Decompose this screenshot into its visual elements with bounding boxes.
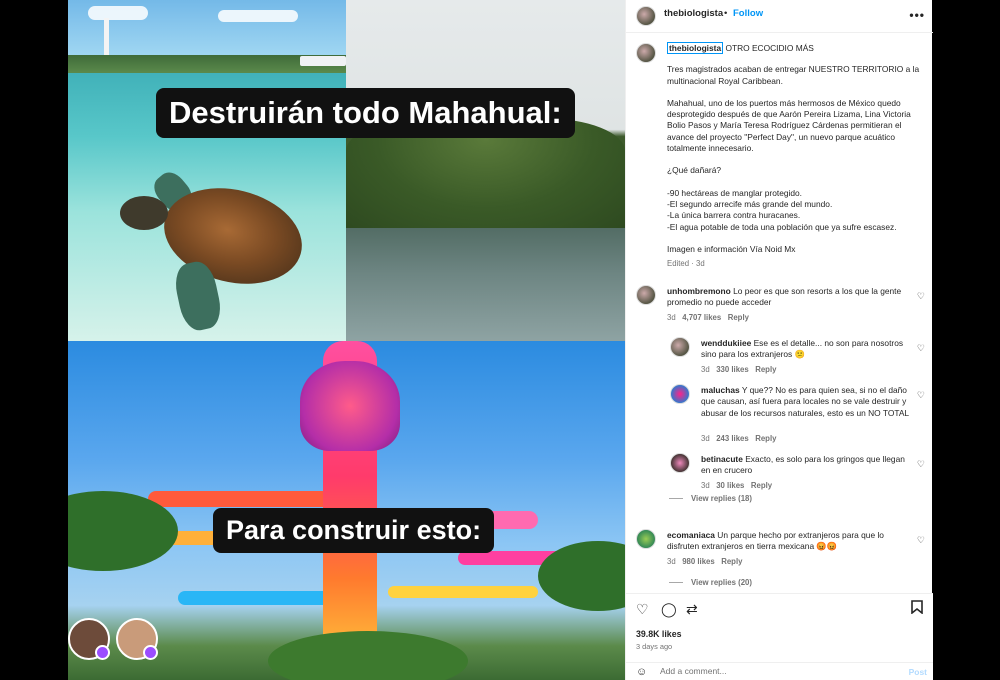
caption-credit: Imagen e información Vía Noid Mx [667, 243, 796, 254]
emoji-icon[interactable]: ☺ [636, 666, 647, 678]
commenter-avatar[interactable] [636, 285, 656, 305]
comment-age: 3d [667, 557, 676, 566]
post-image[interactable]: Destruirán todo Mahahual: Para construir… [68, 0, 625, 680]
image-caption-top: Destruirán todo Mahahual: [156, 88, 575, 138]
comment-likes[interactable]: 330 likes [716, 365, 749, 374]
dragon-sculpture [300, 361, 400, 451]
reply-button[interactable]: Reply [755, 365, 776, 374]
comment-likes[interactable]: 30 likes [716, 481, 744, 490]
caption-paragraph: Mahahual, uno de los puertos más hermoso… [667, 97, 911, 154]
post-date: 3 days ago [636, 642, 673, 651]
comment-age: 3d [701, 434, 710, 443]
caption-bullet: -90 hectáreas de manglar protegido. [667, 187, 803, 198]
caption-question: ¿Qué dañará? [667, 165, 722, 176]
comment-age: 3d [667, 313, 676, 322]
commenter-avatar[interactable] [670, 453, 690, 473]
author-username[interactable]: thebiologista [664, 8, 723, 19]
turtle-photo [68, 0, 346, 341]
view-replies-button[interactable]: View replies (18) [669, 494, 752, 503]
comment-username[interactable]: betinacute [701, 454, 743, 464]
comment-likes[interactable]: 243 likes [716, 434, 749, 443]
image-caption-bottom: Para construir esto: [213, 508, 495, 553]
caption-bullet: -El agua potable de toda una población q… [667, 221, 897, 232]
tagged-user-avatar[interactable] [116, 618, 158, 660]
comment-likes[interactable]: 980 likes [682, 557, 715, 566]
comment-username[interactable]: wenddukiiee [701, 338, 751, 348]
like-heart-icon[interactable]: ♡ [917, 459, 925, 470]
view-replies-label: View replies (18) [691, 494, 752, 503]
bookmark-icon[interactable] [911, 600, 923, 617]
reply-button[interactable]: Reply [751, 481, 772, 490]
like-heart-icon[interactable]: ♡ [917, 535, 925, 546]
reply-button[interactable]: Reply [721, 557, 742, 566]
commenter-avatar[interactable] [636, 529, 656, 549]
like-heart-icon[interactable]: ♡ [917, 390, 925, 401]
backdrop-right [932, 0, 1000, 680]
comment-likes[interactable]: 4,707 likes [682, 313, 721, 322]
commenter-avatar[interactable] [670, 337, 690, 357]
view-replies-button[interactable]: View replies (20) [669, 578, 752, 587]
caption-paragraph: Tres magistrados acaban de entregar NUES… [667, 64, 920, 86]
follow-button[interactable]: Follow [733, 8, 763, 19]
caption-username[interactable]: thebiologista [667, 42, 724, 54]
likes-count[interactable]: 39.8K likes [636, 629, 681, 639]
more-horizontal-icon[interactable]: ••• [909, 8, 925, 22]
action-bar: ♡ ◯ ⇄ 39.8K likes 3 days ago ☺ Post [626, 593, 933, 680]
reply-button[interactable]: Reply [728, 313, 749, 322]
post-comment-button[interactable]: Post [909, 667, 927, 677]
comment-username[interactable]: maluchas [701, 385, 740, 395]
commenter-avatar[interactable] [670, 384, 690, 404]
comment-composer: ☺ Post [626, 662, 933, 680]
post-header: thebiologista • Follow ••• [626, 0, 933, 33]
comment-age: 3d [701, 365, 710, 374]
tagged-user-avatar[interactable] [68, 618, 110, 660]
comments-scroll[interactable]: thebiologista OTRO ECOCIDIO MÁS Tres mag… [626, 33, 933, 593]
like-heart-icon[interactable]: ♡ [917, 291, 925, 302]
comment-input[interactable] [660, 666, 890, 676]
comment-username[interactable]: ecomaniaca [667, 530, 715, 540]
post-caption: thebiologista OTRO ECOCIDIO MÁS Tres mag… [667, 42, 925, 269]
author-avatar[interactable] [636, 6, 656, 26]
backdrop-left [0, 0, 68, 680]
post-sidebar: thebiologista • Follow ••• thebiologista… [625, 0, 933, 680]
caption-meta: Edited · 3d [667, 259, 705, 269]
caption-author-avatar[interactable] [636, 43, 656, 63]
cruise-ship [300, 56, 346, 66]
caption-bullet: -La única barrera contra huracanes. [667, 210, 801, 221]
like-heart-icon[interactable]: ♡ [917, 343, 925, 354]
comment-username[interactable]: unhombremono [667, 286, 731, 296]
caption-headline: OTRO ECOCIDIO MÁS [725, 43, 814, 53]
heart-icon[interactable]: ♡ [636, 601, 649, 618]
caption-bullet: -El segundo arrecife más grande del mund… [667, 198, 833, 209]
tagged-users[interactable] [68, 618, 158, 660]
comment-age: 3d [701, 481, 710, 490]
reply-button[interactable]: Reply [755, 434, 776, 443]
lighthouse [104, 18, 109, 60]
view-replies-label: View replies (20) [691, 578, 752, 587]
share-icon[interactable]: ⇄ [686, 601, 698, 618]
mangrove-photo [346, 0, 625, 341]
comment-icon[interactable]: ◯ [661, 601, 677, 618]
